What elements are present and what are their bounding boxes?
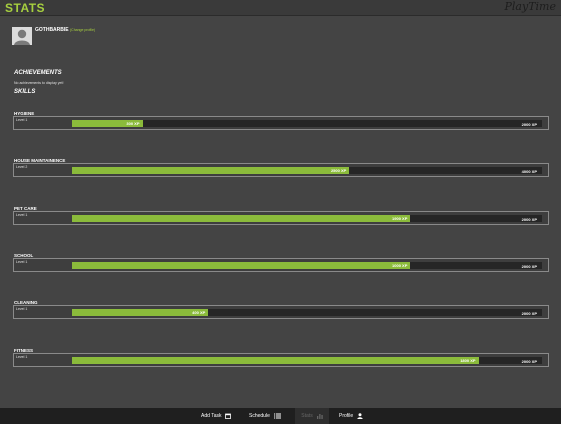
nav-add-task[interactable]: Add Task [201,408,232,424]
user-silhouette-icon [12,27,32,45]
app-header: STATS PlayTime [0,0,561,16]
xp-bar: 2500 XP 4000 XP [72,167,542,174]
page-title: STATS [5,1,46,15]
xp-bar-fill: 1900 XP [72,215,411,222]
bottom-nav: Add Task Schedule Stats Profile [0,408,561,424]
xp-bar: 1000 XP 2000 XP [72,262,542,269]
nav-profile[interactable]: Profile [339,408,363,424]
brand-logo: PlayTime [504,0,557,13]
xp-bar-fill: 400 XP [72,309,209,316]
xp-max: 2000 XP [521,358,537,364]
skill-level: Level 1 [16,355,28,359]
skills-heading: SKILLS [14,89,36,95]
xp-max: 2000 XP [521,310,537,316]
skill-panel: Level 1 1800 XP 2000 XP [13,353,549,367]
avatar[interactable] [12,27,32,45]
nav-stats[interactable]: Stats [295,408,329,424]
skill-level: Level 1 [16,307,28,311]
skill-panel: Level 1 1900 XP 2000 XP [13,211,549,225]
nav-schedule[interactable]: Schedule [249,408,281,424]
nav-add-task-label: Add Task [201,413,222,419]
user-icon [357,413,363,419]
xp-bar-fill: 2500 XP [72,167,350,174]
achievements-heading: ACHIEVEMENTS [14,70,62,76]
nav-schedule-label: Schedule [249,413,270,419]
skill-panel: Level 2 2500 XP 4000 XP [13,163,549,177]
xp-max: 2000 XP [521,263,537,269]
achievements-empty-text: No achievements to display yet! [14,81,64,85]
skill-level: Level 1 [16,260,28,264]
xp-max: 2000 XP [521,216,537,222]
xp-current: 1000 XP [392,263,408,268]
xp-max: 2000 XP [521,121,537,127]
username: GOTHBARBIE [35,27,69,33]
skill-level: Level 1 [16,118,28,122]
xp-current: 400 XP [192,310,206,315]
xp-bar: 1900 XP 2000 XP [72,215,542,222]
xp-current: 1900 XP [392,216,408,221]
skill-panel: Level 1 1000 XP 2000 XP [13,258,549,272]
nav-profile-label: Profile [339,413,354,419]
xp-current: 2500 XP [330,168,347,173]
nav-stats-label: Stats [301,413,313,419]
bar-chart-icon [316,414,323,419]
xp-current: 1800 XP [460,358,476,363]
skill-panel: Level 1 300 XP 2000 XP [13,116,549,130]
calendar-icon [225,413,232,419]
xp-current: 300 XP [126,121,140,126]
xp-max: 4000 XP [521,168,537,174]
skill-level: Level 1 [16,213,28,217]
xp-bar: 1800 XP 2000 XP [72,357,542,364]
change-profile-link[interactable]: (Change profile) [70,28,95,32]
xp-bar-fill: 1800 XP [72,357,479,364]
skill-panel: Level 1 400 XP 2000 XP [13,305,549,319]
xp-bar: 300 XP 2000 XP [72,120,542,127]
list-icon [273,413,281,419]
xp-bar: 400 XP 2000 XP [72,309,542,316]
xp-bar-fill: 1000 XP [72,262,411,269]
skill-level: Level 2 [16,165,28,169]
xp-bar-fill: 300 XP [72,120,143,127]
